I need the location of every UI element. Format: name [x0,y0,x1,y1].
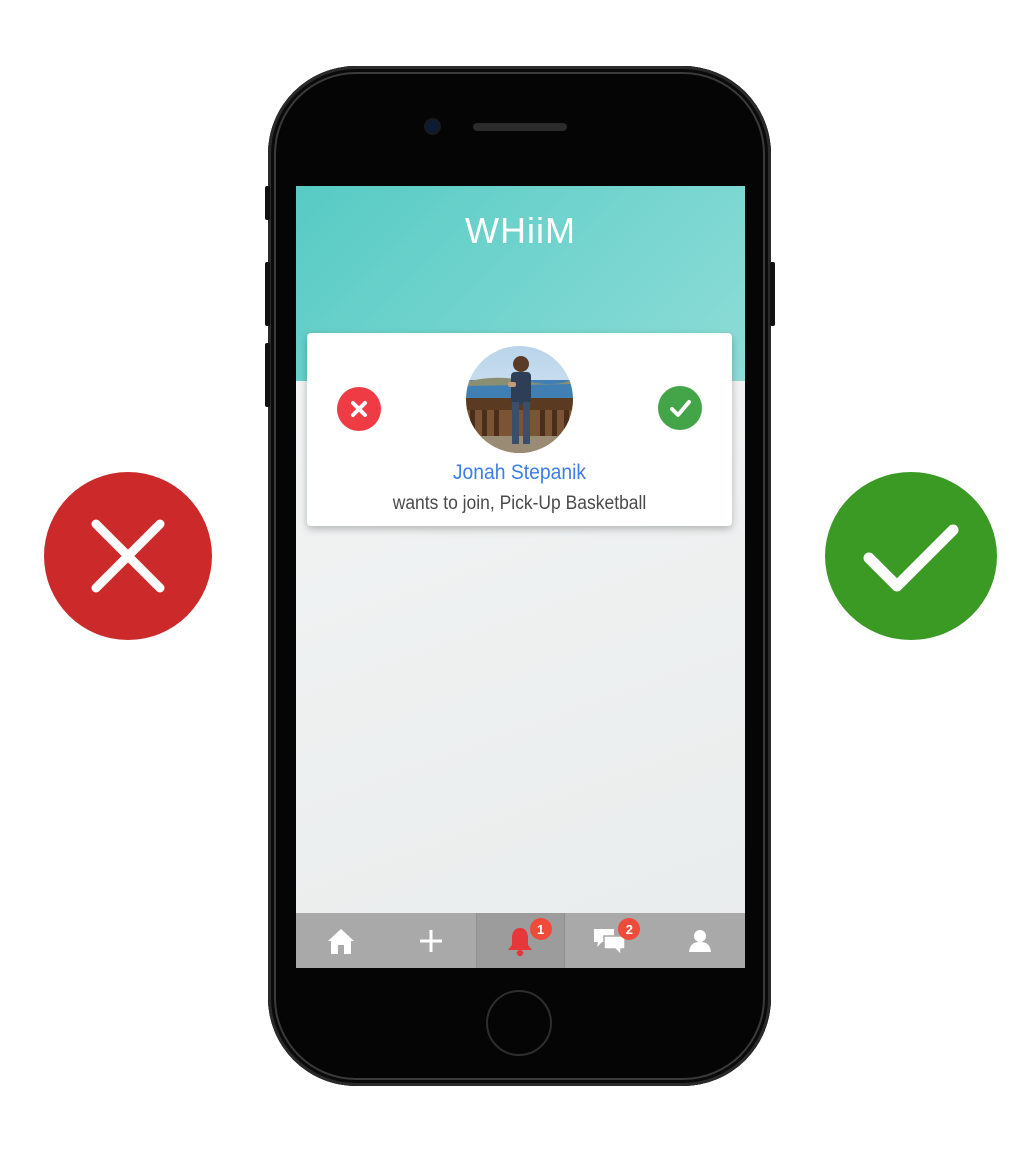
app-title: WHiiM [465,210,576,251]
power-button [770,262,775,326]
nav-add[interactable] [386,913,476,968]
message-badge: 2 [618,918,641,940]
home-icon [327,928,354,954]
home-button[interactable] [486,990,552,1056]
reject-button[interactable] [337,387,381,431]
nav-profile[interactable] [655,913,745,968]
check-icon [670,400,691,417]
app-screen: WHiiM Jonah Stepanik wants to join, Pick… [296,186,745,968]
nav-messages[interactable]: 2 [565,913,655,968]
accept-button[interactable] [658,386,702,430]
requester-name[interactable]: Jonah Stepanik [324,461,715,485]
plus-icon [419,929,442,952]
earpiece-speaker [473,123,567,131]
avatar[interactable] [466,346,573,453]
volume-down-button [265,343,270,407]
mute-switch [265,186,270,220]
join-request-card: Jonah Stepanik wants to join, Pick-Up Ba… [307,333,732,526]
bottom-nav: 1 2 [296,913,745,968]
front-camera [426,120,439,133]
large-reject-icon [44,472,212,640]
nav-notifications[interactable]: 1 [475,913,566,968]
close-icon [351,401,367,417]
profile-icon [689,929,712,952]
volume-up-button [265,262,270,326]
nav-home[interactable] [296,913,386,968]
large-accept-icon [825,472,997,640]
request-message: wants to join, Pick-Up Basketball [392,493,647,514]
notification-badge: 1 [529,918,552,940]
